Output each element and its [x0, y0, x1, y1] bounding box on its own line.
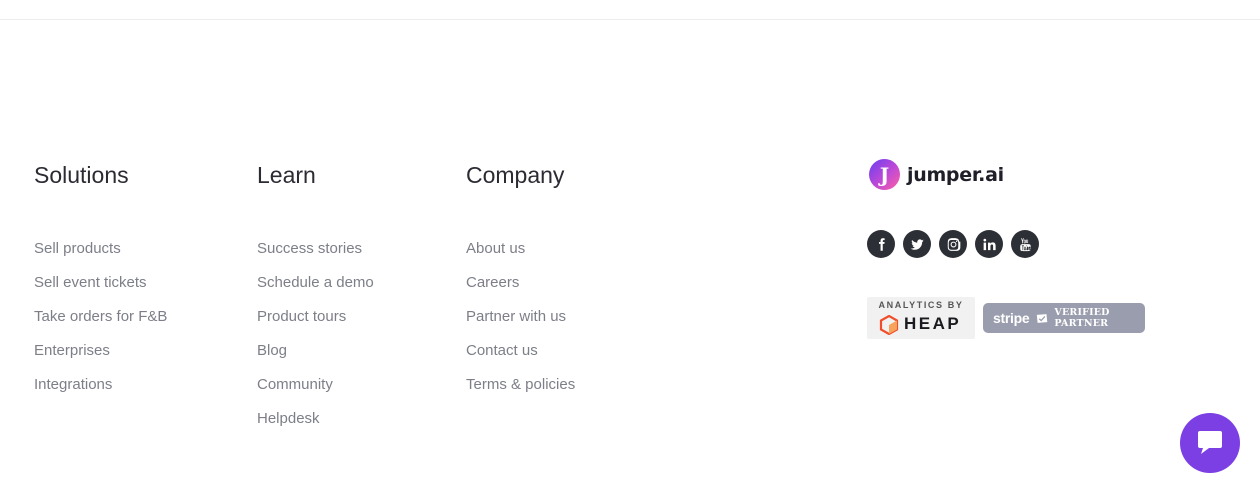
stripe-verified-text: VERIFIED PARTNER — [1054, 307, 1110, 329]
stripe-wordmark: stripe — [993, 310, 1030, 326]
link-contact-us[interactable]: Contact us — [466, 334, 575, 368]
link-sell-products[interactable]: Sell products — [34, 232, 167, 266]
solutions-column: Solutions Sell products Sell event ticke… — [34, 160, 167, 393]
brand-name: jumper.ai — [907, 163, 1004, 186]
heap-cube-icon — [879, 315, 899, 335]
stripe-verified-badge[interactable]: stripe VERIFIED PARTNER — [983, 303, 1145, 333]
link-blog[interactable]: Blog — [257, 334, 374, 368]
top-divider — [0, 19, 1260, 20]
learn-heading: Learn — [257, 162, 316, 188]
link-schedule-demo[interactable]: Schedule a demo — [257, 266, 374, 300]
link-sell-event-tickets[interactable]: Sell event tickets — [34, 266, 167, 300]
footer-page: Solutions Sell products Sell event ticke… — [0, 0, 1260, 489]
social-links — [867, 230, 1047, 258]
youtube-icon[interactable] — [1011, 230, 1039, 258]
company-links: About us Careers Partner with us Contact… — [466, 232, 575, 402]
link-product-tours[interactable]: Product tours — [257, 300, 374, 334]
instagram-icon[interactable] — [939, 230, 967, 258]
link-success-stories[interactable]: Success stories — [257, 232, 374, 266]
heap-analytics-badge[interactable]: ANALYTICS BY HEAP — [867, 297, 975, 339]
company-heading: Company — [466, 162, 565, 188]
learn-column: Learn Success stories Schedule a demo Pr… — [257, 160, 374, 427]
link-partner-with-us[interactable]: Partner with us — [466, 300, 575, 334]
link-terms-policies[interactable]: Terms & policies — [466, 368, 575, 402]
linkedin-icon[interactable] — [975, 230, 1003, 258]
link-community[interactable]: Community — [257, 368, 374, 402]
solutions-links: Sell products Sell event tickets Take or… — [34, 232, 167, 402]
link-take-orders-fb[interactable]: Take orders for F&B — [34, 300, 167, 334]
learn-links: Success stories Schedule a demo Product … — [257, 232, 374, 436]
link-integrations[interactable]: Integrations — [34, 368, 167, 402]
jumper-logo-icon: J — [869, 159, 900, 190]
chat-launcher-button[interactable] — [1180, 413, 1240, 473]
chat-bubble-icon — [1198, 431, 1222, 454]
facebook-icon[interactable] — [867, 230, 895, 258]
company-column: Company About us Careers Partner with us… — [466, 160, 575, 393]
link-helpdesk[interactable]: Helpdesk — [257, 402, 374, 436]
link-careers[interactable]: Careers — [466, 266, 575, 300]
link-about-us[interactable]: About us — [466, 232, 575, 266]
solutions-heading: Solutions — [34, 162, 129, 188]
brand-logo-link[interactable]: J jumper.ai — [869, 159, 1004, 190]
heap-badge-caption: ANALYTICS BY — [878, 300, 964, 310]
check-shield-icon — [1037, 313, 1048, 323]
heap-wordmark: HEAP — [904, 314, 962, 333]
twitter-icon[interactable] — [903, 230, 931, 258]
link-enterprises[interactable]: Enterprises — [34, 334, 167, 368]
